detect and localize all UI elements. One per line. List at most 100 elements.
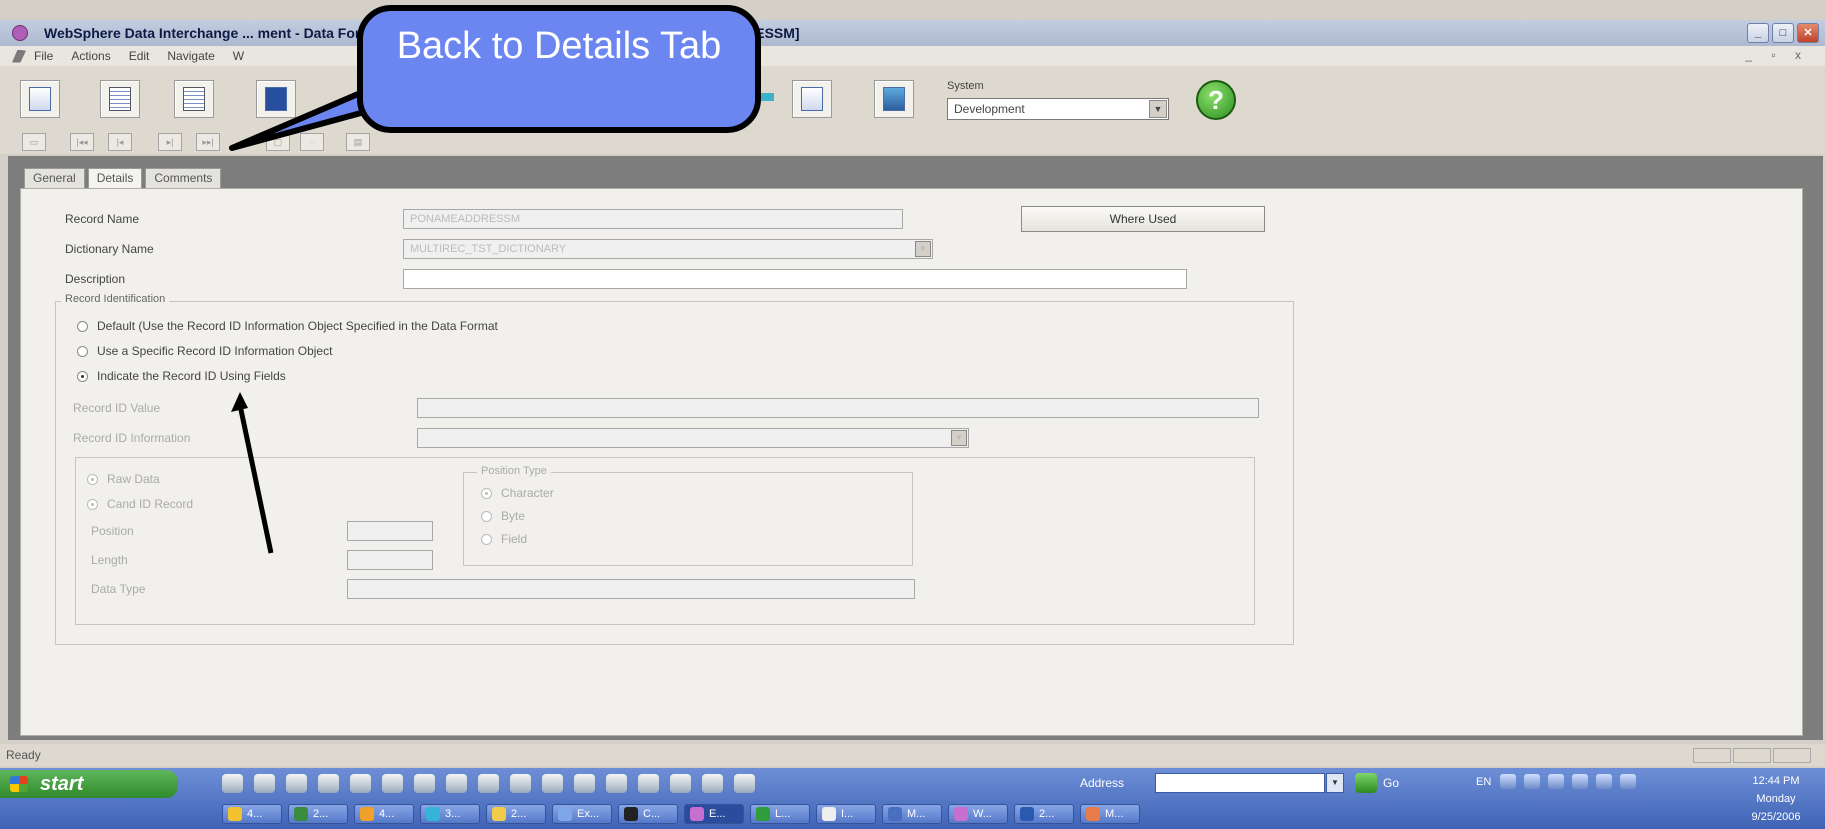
chevron-down-icon[interactable]: ▼ xyxy=(915,241,931,257)
radio-icon[interactable] xyxy=(77,345,88,357)
menu-actions[interactable]: Actions xyxy=(71,49,110,63)
quick-launch-icon[interactable] xyxy=(670,774,691,793)
where-used-button[interactable]: Where Used xyxy=(1021,206,1265,232)
tray-icon[interactable] xyxy=(1572,774,1588,789)
go-label[interactable]: Go xyxy=(1383,776,1399,790)
go-arrow-icon[interactable] xyxy=(1355,773,1377,793)
mdi-controls[interactable]: _ ▫ x xyxy=(1745,48,1809,62)
radio-raw-data[interactable]: Raw Data xyxy=(87,472,160,486)
quick-launch-icon[interactable] xyxy=(638,774,659,793)
clock[interactable]: 12:44 PM Monday 9/25/2006 xyxy=(1737,772,1815,826)
address-input[interactable] xyxy=(1155,773,1325,793)
system-select[interactable]: Development ▼ xyxy=(947,98,1169,120)
copy-icon[interactable]: ▢ xyxy=(266,133,290,151)
taskbar-task[interactable]: M... xyxy=(882,804,942,824)
chevron-down-icon[interactable]: ▼ xyxy=(1149,100,1167,118)
quick-launch-icon[interactable] xyxy=(318,774,339,793)
record-name-field[interactable]: PONAMEADDRESSM xyxy=(403,209,903,229)
menu-window[interactable]: W xyxy=(233,49,244,63)
taskbar-task[interactable]: 4... xyxy=(222,804,282,824)
description-field[interactable] xyxy=(403,269,1187,289)
tab-comments[interactable]: Comments xyxy=(145,168,222,188)
help-button[interactable]: ? xyxy=(1196,80,1236,120)
chevron-down-icon[interactable]: ▼ xyxy=(951,430,967,446)
taskbar-task[interactable]: 2... xyxy=(486,804,546,824)
quick-launch-icon[interactable] xyxy=(574,774,595,793)
taskbar-task[interactable]: I... xyxy=(816,804,876,824)
quick-launch-icon[interactable] xyxy=(478,774,499,793)
tab-general[interactable]: General xyxy=(24,168,85,188)
taskbar-task[interactable]: L... xyxy=(750,804,810,824)
quick-launch-icon[interactable] xyxy=(350,774,371,793)
radio-cand-record[interactable]: Cand ID Record xyxy=(87,497,193,511)
quick-launch-icon[interactable] xyxy=(606,774,627,793)
next-record-button[interactable]: ▸| xyxy=(158,133,182,151)
toolbar-button-transfer[interactable] xyxy=(792,80,832,118)
quick-launch-icon[interactable] xyxy=(510,774,531,793)
tray-icon[interactable] xyxy=(1500,774,1516,789)
radio-record-id-fields[interactable]: Indicate the Record ID Using Fields xyxy=(77,369,286,383)
toolbar-button-partners[interactable] xyxy=(20,80,60,118)
tray-icon[interactable] xyxy=(1620,774,1636,789)
taskbar-task[interactable]: C... xyxy=(618,804,678,824)
menu-edit[interactable]: Edit xyxy=(129,49,150,63)
toolbar-button-list[interactable] xyxy=(100,80,140,118)
tab-details[interactable]: Details xyxy=(87,168,143,188)
radio-icon[interactable] xyxy=(481,510,492,522)
radio-position-character[interactable]: Character xyxy=(481,486,554,500)
quick-launch-icon[interactable] xyxy=(254,774,275,793)
quick-launch-icon[interactable] xyxy=(734,774,755,793)
quick-launch-icon[interactable] xyxy=(382,774,403,793)
quick-launch-icon[interactable] xyxy=(446,774,467,793)
record-id-info-select[interactable]: ▼ xyxy=(417,428,969,448)
tray-icon[interactable] xyxy=(1524,774,1540,789)
radio-position-field[interactable]: Field xyxy=(481,532,527,546)
first-record-button[interactable]: |◂◂ xyxy=(70,133,94,151)
last-record-button[interactable]: ▸▸| xyxy=(196,133,220,151)
radio-specific-record-id[interactable]: Use a Specific Record ID Information Obj… xyxy=(77,344,332,358)
quick-launch-icon[interactable] xyxy=(414,774,435,793)
language-indicator[interactable]: EN xyxy=(1476,776,1491,788)
quick-launch-icon[interactable] xyxy=(286,774,307,793)
dictionary-name-select[interactable]: MULTIREC_TST_DICTIONARY ▼ xyxy=(403,239,933,259)
radio-icon[interactable] xyxy=(77,320,88,332)
start-button[interactable]: start xyxy=(0,770,178,798)
taskbar-task[interactable]: W... xyxy=(948,804,1008,824)
record-id-value-field[interactable] xyxy=(417,398,1259,418)
menu-navigate[interactable]: Navigate xyxy=(167,49,214,63)
toolbar-button-computer[interactable] xyxy=(874,80,914,118)
radio-icon[interactable] xyxy=(87,498,98,510)
radio-icon[interactable] xyxy=(481,533,492,545)
toolbar-button-document[interactable] xyxy=(174,80,214,118)
length-field[interactable] xyxy=(347,550,433,570)
data-type-field[interactable] xyxy=(347,579,915,599)
minimize-button[interactable]: _ xyxy=(1747,23,1769,43)
taskbar-task[interactable]: 3... xyxy=(420,804,480,824)
radio-position-byte[interactable]: Byte xyxy=(481,509,525,523)
quick-launch-icon[interactable] xyxy=(702,774,723,793)
tray-icon[interactable] xyxy=(1596,774,1612,789)
taskbar-task[interactable]: 2... xyxy=(288,804,348,824)
position-field[interactable] xyxy=(347,521,433,541)
menu-file[interactable]: File xyxy=(34,49,53,63)
radio-icon[interactable] xyxy=(87,473,98,485)
refresh-icon[interactable]: ◌ xyxy=(300,133,324,151)
radio-icon-selected[interactable] xyxy=(77,370,88,382)
maximize-button[interactable]: □ xyxy=(1772,23,1794,43)
previous-record-button[interactable]: |◂ xyxy=(108,133,132,151)
close-button[interactable]: ✕ xyxy=(1797,23,1819,43)
taskbar-task[interactable]: M... xyxy=(1080,804,1140,824)
tray-icon[interactable] xyxy=(1548,774,1564,789)
chevron-down-icon[interactable]: ▼ xyxy=(1326,773,1344,793)
print-icon[interactable]: ▤ xyxy=(346,133,370,151)
radio-default-record-id[interactable]: Default (Use the Record ID Information O… xyxy=(77,319,498,333)
save-icon[interactable]: ▭ xyxy=(22,133,46,151)
taskbar-task[interactable]: 4... xyxy=(354,804,414,824)
taskbar-task[interactable]: 2... xyxy=(1014,804,1074,824)
taskbar-task-active[interactable]: E... xyxy=(684,804,744,824)
taskbar-task[interactable]: Ex... xyxy=(552,804,612,824)
quick-launch-icon[interactable] xyxy=(222,774,243,793)
toolbar-button-book[interactable] xyxy=(256,80,296,118)
quick-launch-icon[interactable] xyxy=(542,774,563,793)
radio-icon[interactable] xyxy=(481,487,492,499)
